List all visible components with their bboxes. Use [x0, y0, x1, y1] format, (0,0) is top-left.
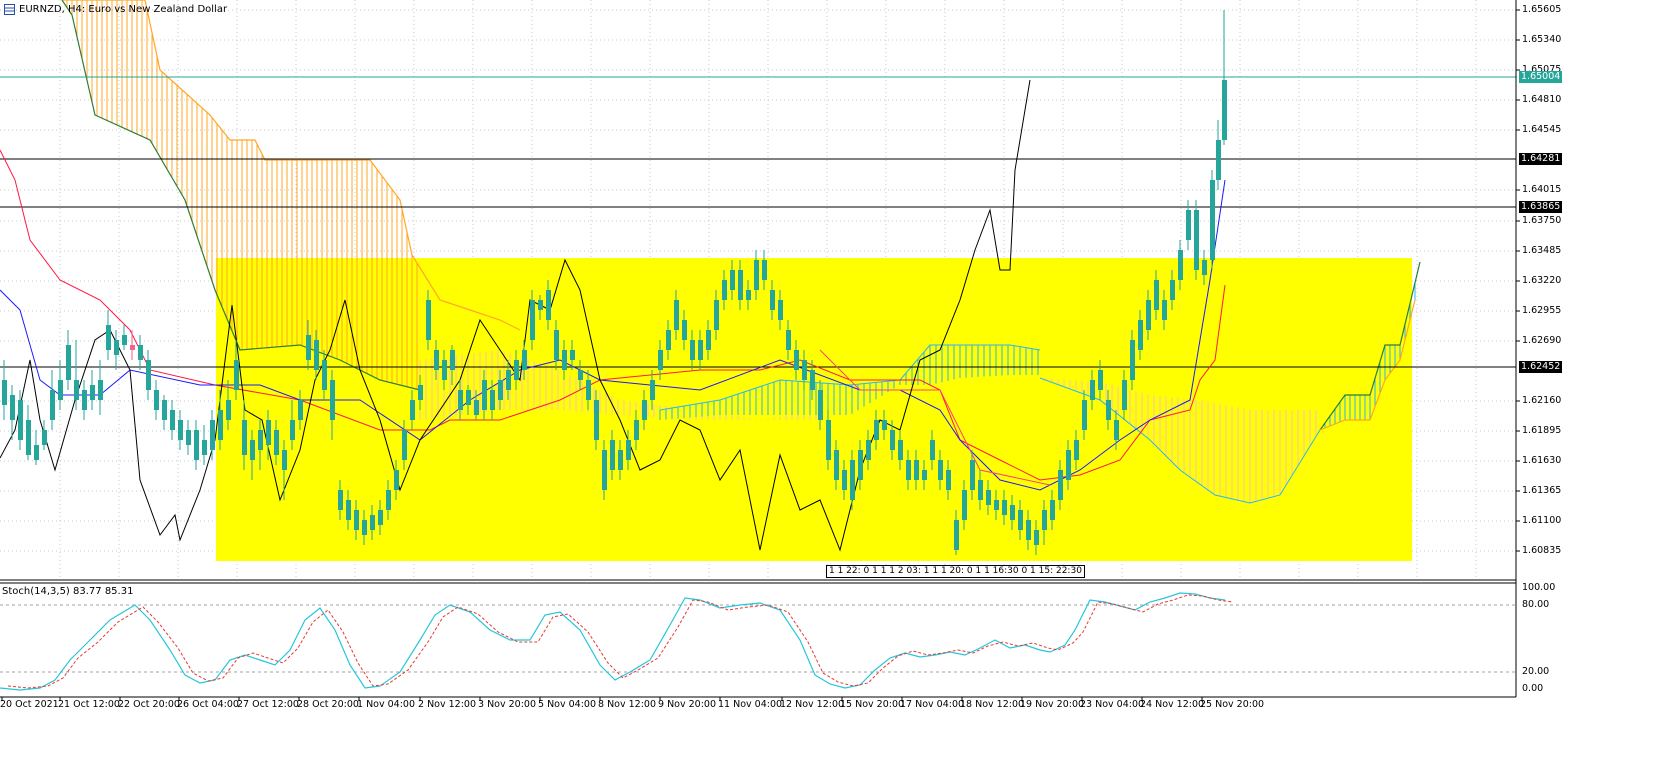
price-axis-label: 1.64015	[1522, 184, 1562, 195]
price-axis-label: 1.61895	[1522, 425, 1562, 436]
highlight-zone[interactable]	[216, 258, 1412, 561]
time-axis-label: 5 Nov 04:00	[538, 699, 597, 710]
time-axis-label: 15 Nov 20:00	[840, 699, 905, 710]
price-axis-label: 1.64545	[1522, 124, 1562, 135]
price-axis-label: 1.61365	[1522, 485, 1562, 496]
time-axis-label: 22 Oct 20:00	[118, 699, 180, 710]
time-axis-label: 17 Nov 04:00	[900, 699, 965, 710]
price-axis-label: 1.64810	[1522, 94, 1562, 105]
time-axis-label: 24 Nov 12:00	[1140, 699, 1205, 710]
price-axis-label: 1.61100	[1522, 515, 1562, 526]
time-axis-label: 19 Nov 20:00	[1020, 699, 1085, 710]
time-axis-label: 28 Oct 20:00	[297, 699, 359, 710]
chart-window[interactable]: EURNZD, H4: Euro vs New Zealand Dollar S…	[0, 0, 1667, 758]
time-axis-label: 12 Nov 12:00	[780, 699, 845, 710]
chart-menu-icon[interactable]	[4, 4, 15, 15]
price-level-tag[interactable]: 1.62452	[1519, 361, 1563, 373]
price-axis-label: 1.65340	[1522, 34, 1562, 45]
date-overlay-hint: 1 1 22: 0 1 1 1 2 03: 1 1 1 20: 0 1 1 16…	[826, 565, 1085, 578]
price-axis-label: 1.65605	[1522, 4, 1562, 15]
price-chart[interactable]	[0, 0, 1667, 758]
price-axis-label: 1.63485	[1522, 245, 1562, 256]
bull-candle	[1210, 170, 1215, 270]
time-axis-label: 18 Nov 12:00	[960, 699, 1025, 710]
stochastic-label: Stoch(14,3,5) 83.77 85.31	[2, 586, 134, 597]
time-axis-label: 8 Nov 12:00	[598, 699, 657, 710]
price-axis-label: 1.63220	[1522, 275, 1562, 286]
stoch-level-label: 0.00	[1522, 683, 1544, 694]
time-axis-label: 23 Nov 04:00	[1080, 699, 1145, 710]
price-level-tag[interactable]: 1.64281	[1519, 153, 1563, 165]
time-axis-label: 25 Nov 20:00	[1200, 699, 1265, 710]
price-axis-label: 1.63750	[1522, 215, 1562, 226]
price-axis-label: 1.60835	[1522, 545, 1562, 556]
price-axis-label: 1.62955	[1522, 305, 1562, 316]
price-level-tag[interactable]: 1.65004	[1519, 71, 1563, 83]
price-axis-label: 1.62690	[1522, 335, 1562, 346]
time-axis-label: 9 Nov 20:00	[658, 699, 717, 710]
chart-title-text: EURNZD, H4: Euro vs New Zealand Dollar	[19, 4, 228, 15]
time-axis-label: 20 Oct 2021	[0, 699, 59, 710]
time-axis-label: 2 Nov 12:00	[418, 699, 477, 710]
price-axis-label: 1.62160	[1522, 395, 1562, 406]
time-axis-label: 3 Nov 20:00	[478, 699, 537, 710]
price-level-tag[interactable]: 1.63865	[1519, 201, 1563, 213]
chart-title: EURNZD, H4: Euro vs New Zealand Dollar	[4, 4, 227, 15]
stoch-level-label: 100.00	[1522, 582, 1556, 593]
time-axis-label: 21 Oct 12:00	[58, 699, 120, 710]
stoch-level-label: 20.00	[1522, 666, 1550, 677]
bull-candle	[1194, 200, 1199, 280]
time-axis-label: 11 Nov 04:00	[718, 699, 783, 710]
price-axis-label: 1.61630	[1522, 455, 1562, 466]
time-axis-label: 26 Oct 04:00	[177, 699, 239, 710]
time-axis-label: 27 Oct 12:00	[237, 699, 299, 710]
stoch-level-label: 80.00	[1522, 599, 1550, 610]
time-axis-label: 1 Nov 04:00	[357, 699, 416, 710]
